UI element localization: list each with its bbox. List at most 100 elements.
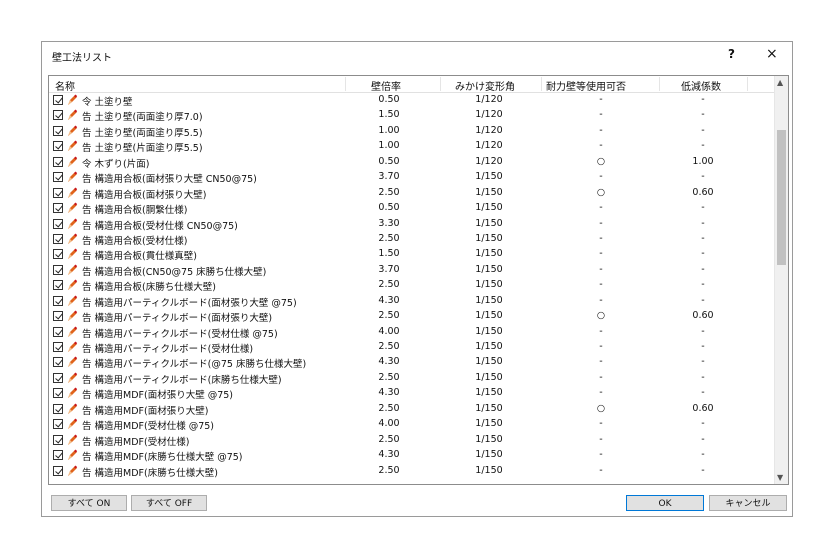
table-row[interactable]: 告 土塗り壁(両面塗り厚5.5) 1.00 1/120 - -: [49, 124, 775, 139]
table-row[interactable]: 告 構造用パーティクルボード(受材仕様) 2.50 1/150 - -: [49, 340, 775, 355]
row-angle: 1/150: [475, 341, 503, 352]
row-checkbox[interactable]: [53, 465, 63, 476]
row-checkbox[interactable]: [53, 419, 63, 430]
column-header-angle[interactable]: みかけ変形角: [455, 78, 515, 93]
row-factor: -: [701, 248, 705, 260]
table-row[interactable]: 告 構造用合板(CN50@75 床勝ち仕様大壁) 3.70 1/150 - -: [49, 263, 775, 278]
table-row[interactable]: 令 土塗り壁 0.50 1/120 - -: [49, 93, 775, 108]
row-ratio: 2.50: [378, 433, 400, 445]
row-name: 告 土塗り壁(片面塗り厚5.5): [82, 143, 203, 155]
row-name: 告 構造用パーティクルボード(面材張り大壁): [82, 313, 273, 325]
row-checkbox[interactable]: [53, 450, 63, 461]
table-row[interactable]: 告 構造用MDF(床勝ち仕様大壁) 2.50 1/150 - -: [49, 464, 775, 479]
row-checkbox[interactable]: [53, 326, 63, 337]
row-checkbox[interactable]: [53, 388, 63, 399]
help-button[interactable]: ?: [728, 47, 735, 61]
row-angle: 1/120: [475, 94, 503, 105]
table-row[interactable]: 告 構造用合板(面材張り大壁) 2.50 1/150 ○ 0.60: [49, 186, 775, 201]
row-ratio: 4.30: [378, 449, 400, 461]
row-checkbox[interactable]: [53, 233, 63, 244]
row-usable: -: [599, 418, 603, 430]
column-header-factor[interactable]: 低減係数: [681, 78, 721, 93]
row-checkbox[interactable]: [53, 249, 63, 260]
row-name: 告 構造用合板(面材張り大壁): [82, 189, 207, 201]
row-angle: 1/120: [475, 109, 503, 121]
row-checkbox[interactable]: [53, 110, 63, 121]
wall-method-list[interactable]: 名称 壁倍率 みかけ変形角 耐力壁等使用可否 低減係数 令 土塗り壁 0.50 1/…: [48, 75, 789, 485]
row-name: 告 構造用パーティクルボード(受材仕様): [82, 344, 254, 355]
table-row[interactable]: 告 構造用合板(面材張り大壁 CN50@75) 3.70 1/150 - -: [49, 170, 775, 185]
row-checkbox[interactable]: [53, 218, 63, 229]
row-factor: -: [701, 109, 705, 121]
row-name: 告 構造用MDF(面材張り大壁 @75): [82, 390, 234, 402]
table-row[interactable]: 告 構造用合板(受材仕様) 2.50 1/150 - -: [49, 232, 775, 247]
row-factor: -: [701, 279, 705, 291]
scroll-up-icon[interactable]: ▲: [777, 78, 783, 87]
scroll-down-icon[interactable]: ▼: [777, 473, 783, 482]
row-checkbox[interactable]: [53, 203, 63, 214]
row-checkbox[interactable]: [53, 172, 63, 183]
row-factor: -: [701, 371, 705, 383]
ok-button[interactable]: OK: [626, 495, 704, 511]
table-row[interactable]: 令 木ずり(片面) 0.50 1/120 ○ 1.00: [49, 155, 775, 170]
vertical-scrollbar[interactable]: ▲ ▼: [774, 76, 788, 484]
table-row[interactable]: 告 構造用合板(貫仕様真壁) 1.50 1/150 - -: [49, 247, 775, 262]
table-row[interactable]: 告 構造用パーティクルボード(@75 床勝ち仕様大壁) 4.30 1/150 - -: [49, 355, 775, 370]
all-on-button[interactable]: すべて ON: [51, 495, 127, 511]
row-checkbox[interactable]: [53, 264, 63, 275]
row-checkbox[interactable]: [53, 280, 63, 291]
row-checkbox[interactable]: [53, 187, 63, 198]
row-usable: -: [599, 325, 603, 337]
row-checkbox[interactable]: [53, 295, 63, 306]
wall-pencil-icon: [67, 341, 78, 353]
table-row[interactable]: 告 構造用合板(床勝ち仕様大壁) 2.50 1/150 - -: [49, 278, 775, 293]
row-checkbox[interactable]: [53, 311, 63, 322]
row-name: 告 構造用合板(床勝ち仕様大壁): [82, 282, 216, 294]
table-row[interactable]: 告 構造用MDF(受材仕様) 2.50 1/150 - -: [49, 433, 775, 448]
wall-pencil-icon: [67, 449, 78, 461]
row-ratio: 2.50: [378, 464, 400, 476]
wall-pencil-icon: [67, 140, 78, 152]
row-angle: 1/150: [475, 402, 503, 414]
row-checkbox[interactable]: [53, 141, 63, 152]
column-separator: [440, 77, 441, 91]
row-checkbox[interactable]: [53, 95, 63, 105]
table-row[interactable]: 告 構造用MDF(面材張り大壁 @75) 4.30 1/150 - -: [49, 386, 775, 401]
column-header-ratio[interactable]: 壁倍率: [371, 78, 401, 93]
column-separator: [659, 77, 660, 91]
row-checkbox[interactable]: [53, 403, 63, 414]
table-row[interactable]: 告 構造用MDF(面材張り大壁) 2.50 1/150 ○ 0.60: [49, 402, 775, 417]
row-ratio: 1.00: [378, 124, 400, 136]
row-checkbox[interactable]: [53, 357, 63, 368]
row-angle: 1/150: [475, 279, 503, 291]
row-checkbox[interactable]: [53, 434, 63, 445]
row-checkbox[interactable]: [53, 156, 63, 167]
row-name: 告 構造用パーティクルボード(受材仕様 @75): [82, 328, 278, 340]
row-checkbox[interactable]: [53, 125, 63, 136]
table-row[interactable]: 告 構造用パーティクルボード(床勝ち仕様大壁) 2.50 1/150 - -: [49, 371, 775, 386]
row-factor: -: [701, 217, 705, 229]
table-row[interactable]: 告 構造用MDF(床勝ち仕様大壁 @75) 4.30 1/150 - -: [49, 448, 775, 463]
row-ratio: 2.50: [378, 371, 400, 383]
row-checkbox[interactable]: [53, 372, 63, 383]
all-off-button[interactable]: すべて OFF: [131, 495, 207, 511]
column-header-name[interactable]: 名称: [55, 78, 75, 93]
row-angle: 1/150: [475, 294, 503, 306]
cancel-button[interactable]: キャンセル: [709, 495, 787, 511]
table-row[interactable]: 告 構造用合板(胴繋仕様) 0.50 1/150 - -: [49, 201, 775, 216]
table-row[interactable]: 告 構造用パーティクルボード(面材張り大壁) 2.50 1/150 ○ 0.60: [49, 309, 775, 324]
table-row[interactable]: 告 土塗り壁(両面塗り厚7.0) 1.50 1/120 - -: [49, 108, 775, 123]
table-row[interactable]: 告 構造用合板(受材仕様 CN50@75) 3.30 1/150 - -: [49, 217, 775, 232]
scroll-thumb[interactable]: [777, 130, 786, 265]
wall-pencil-icon: [67, 372, 78, 384]
row-checkbox[interactable]: [53, 342, 63, 352]
table-row[interactable]: 告 構造用パーティクルボード(受材仕様 @75) 4.00 1/150 - -: [49, 325, 775, 340]
table-row[interactable]: 告 構造用MDF(受材仕様 @75) 4.00 1/150 - -: [49, 417, 775, 432]
close-button[interactable]: ×: [766, 46, 778, 62]
table-row[interactable]: 告 構造用パーティクルボード(面材張り大壁 @75) 4.30 1/150 - -: [49, 294, 775, 309]
table-row[interactable]: 告 土塗り壁(片面塗り厚5.5) 1.00 1/120 - -: [49, 139, 775, 154]
row-ratio: 4.00: [378, 325, 400, 337]
row-angle: 1/150: [475, 310, 503, 322]
row-factor: -: [701, 341, 705, 352]
column-header-usable[interactable]: 耐力壁等使用可否: [546, 78, 626, 93]
